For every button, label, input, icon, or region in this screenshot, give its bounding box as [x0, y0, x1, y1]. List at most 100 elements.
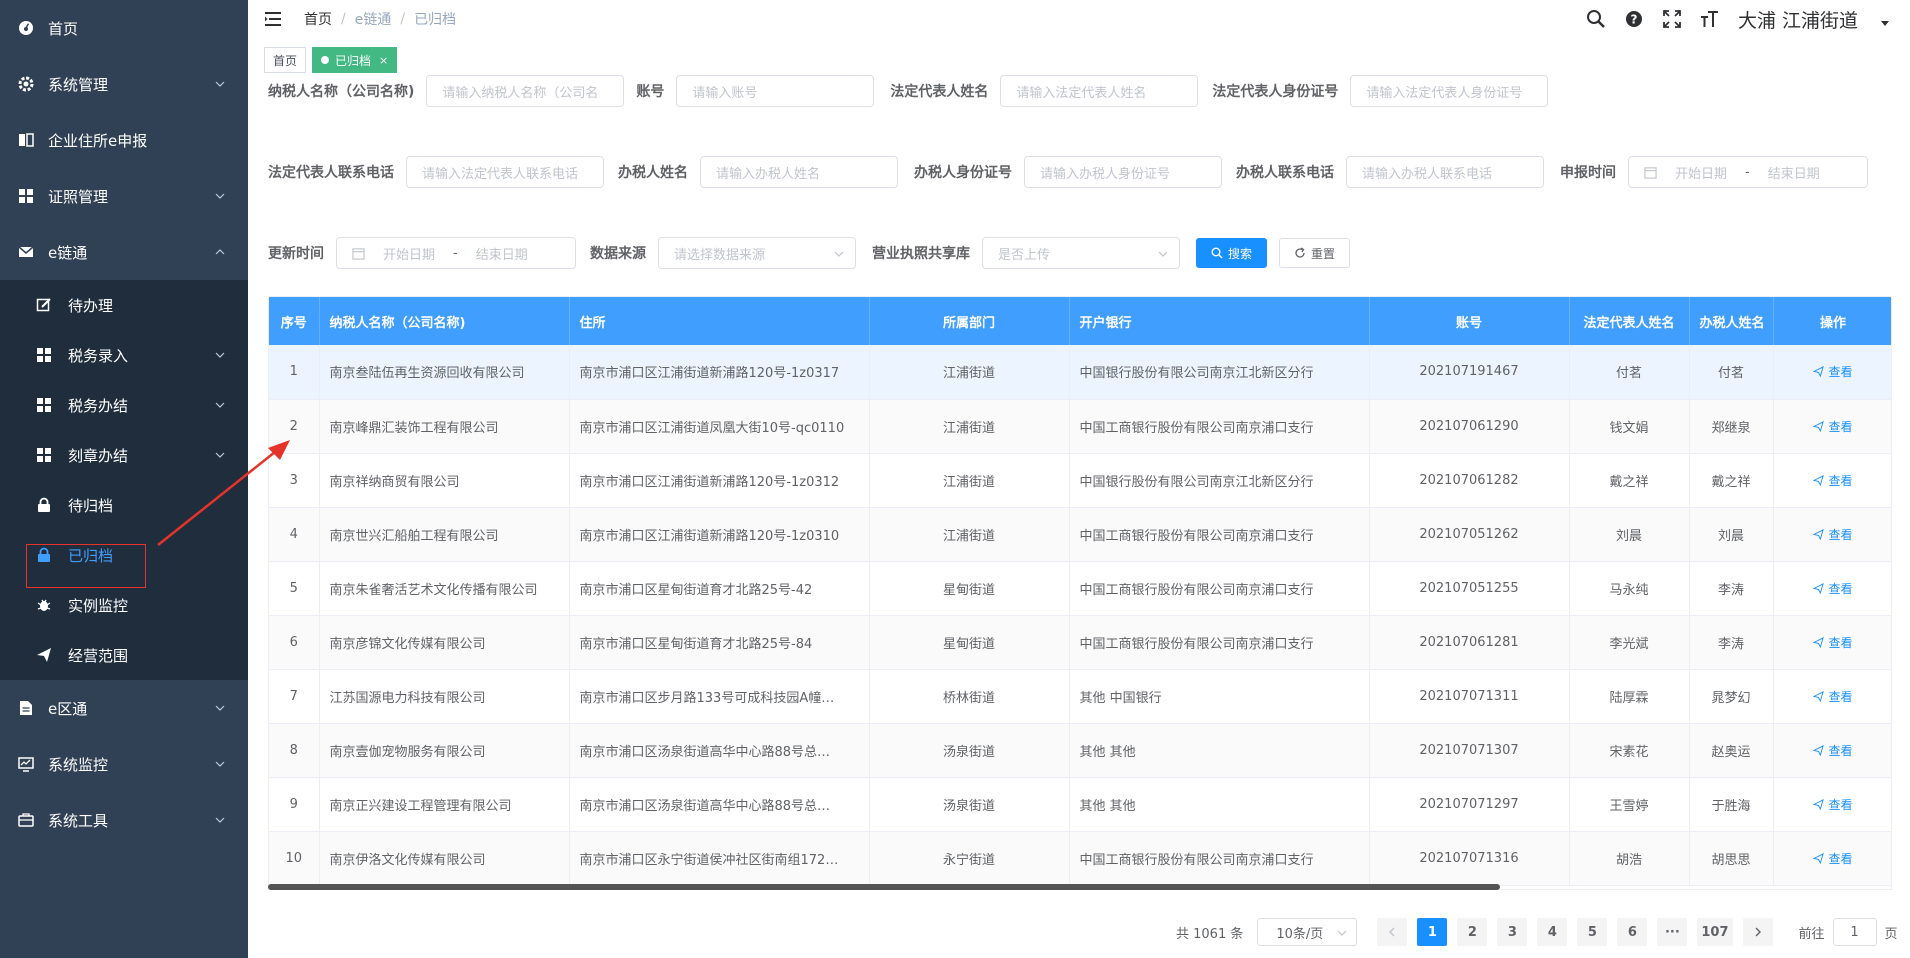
sidebar-item-label: 待办理 [68, 296, 114, 315]
sidebar-item-elink[interactable]: e链通 [0, 224, 248, 280]
page-button[interactable]: 5 [1577, 918, 1608, 946]
page-size-select[interactable]: 10条/页 [1257, 918, 1358, 946]
sidebar-item-seal-done[interactable]: 刻章办结 [0, 430, 248, 480]
view-button[interactable]: 查看 [1813, 420, 1853, 434]
cell-tax-agent: 郑继泉 [1689, 399, 1774, 454]
sidebar-item-tax-done[interactable]: 税务办结 [0, 380, 248, 430]
view-button[interactable]: 查看 [1813, 744, 1853, 758]
table-row[interactable]: 2 南京峰鼎汇装饰工程有限公司 南京市浦口区江浦街道凤凰大街10号-qc0110 江浦… [269, 399, 1891, 454]
page-button[interactable]: 2 [1457, 918, 1488, 946]
page-button[interactable]: 1 [1417, 918, 1448, 946]
page-button[interactable]: 3 [1497, 918, 1528, 946]
view-button[interactable]: 查看 [1813, 798, 1853, 812]
table-row[interactable]: 1 南京叁陆伍再生资源回收有限公司 南京市浦口区江浦街道新浦路120号-1z0317… [269, 345, 1891, 400]
table-row[interactable]: 10 南京伊洛文化传媒有限公司 南京市浦口区永宁街道侯冲社区街南组172… 永宁街道中… [269, 831, 1891, 886]
active-dot-icon [321, 56, 330, 64]
sidebar-item-license[interactable]: 证照管理 [0, 168, 248, 224]
font-size-icon[interactable] [1700, 9, 1720, 29]
close-icon[interactable]: × [379, 54, 388, 67]
goto-page-input[interactable]: 1 [1832, 918, 1877, 946]
column-header[interactable]: 操作 [1773, 297, 1891, 345]
cell-row-index: 9 [269, 777, 320, 832]
table-row[interactable]: 6 南京彦锦文化传媒有限公司 南京市浦口区星甸街道育才北路25号-84 星甸街道 中国工… [269, 615, 1891, 670]
apply-time-range[interactable]: 开始日期 - 结束日期 [1628, 156, 1868, 188]
view-button[interactable]: 查看 [1813, 852, 1853, 866]
cell-tax-agent: 戴之祥 [1689, 453, 1774, 508]
account-input[interactable]: 请输入账号 [676, 75, 875, 107]
breadcrumb-home[interactable]: 首页 [304, 9, 332, 29]
sidebar-item-sys-tools[interactable]: 系统工具 [0, 792, 248, 848]
column-header[interactable]: 办税人姓名 [1689, 297, 1774, 345]
table-row[interactable]: 7 江苏国源电力科技有限公司 南京市浦口区步月路133号可成科技园A幢… 桥林街道 其他… [269, 669, 1891, 724]
caret-down-icon[interactable] [1880, 18, 1890, 28]
filter-row-2: 法定代表人联系电话 请输入法定代表人联系电话 办税人姓名 请输入办税人姓名 办税… [268, 156, 1880, 188]
sidebar-item-label: e区通 [48, 699, 88, 718]
view-button[interactable]: 查看 [1813, 581, 1853, 596]
column-header[interactable]: 法定代表人姓名 [1569, 297, 1690, 345]
grid-icon [18, 188, 34, 204]
sidebar-item-to-archive[interactable]: 待归档 [0, 480, 248, 530]
tag-home[interactable]: 首页 [264, 47, 307, 73]
legal-phone-input[interactable]: 请输入法定代表人联系电话 [406, 156, 604, 188]
column-header[interactable]: 纳税人名称（公司名称) [319, 297, 570, 345]
page-ellipsis-button[interactable]: ··· [1657, 918, 1688, 946]
legal-id-input[interactable]: 请输入法定代表人身份证号 [1350, 75, 1549, 107]
fullscreen-icon[interactable] [1662, 9, 1682, 29]
legal-name-input[interactable]: 请输入法定代表人姓名 [1000, 75, 1199, 107]
sidebar-item-system[interactable]: 系统管理 [0, 56, 248, 112]
view-button[interactable]: 查看 [1813, 365, 1853, 379]
sidebar-item-home[interactable]: 首页 [0, 0, 248, 56]
search-icon[interactable] [1586, 9, 1606, 29]
user-dropdown[interactable]: 大浦 江浦街道 [1738, 6, 1858, 33]
page-button[interactable]: 107 [1697, 918, 1733, 946]
sidebar-item-label: 待归档 [68, 496, 114, 515]
view-button[interactable]: 查看 [1813, 528, 1853, 542]
column-header[interactable]: 账号 [1369, 297, 1570, 345]
cell-tax-agent: 于胜海 [1689, 777, 1774, 832]
search-button[interactable]: 搜索 [1196, 238, 1268, 268]
cell-address: 南京市浦口区星甸街道育才北路25号-84 [569, 615, 870, 670]
view-button[interactable]: 查看 [1813, 690, 1853, 704]
table-row[interactable]: 4 南京世兴汇船舶工程有限公司 南京市浦口区江浦街道新浦路120号-1z0310 江浦… [269, 507, 1891, 562]
sidebar-item-tax-entry[interactable]: 税务录入 [0, 330, 248, 380]
calendar-icon [1644, 166, 1657, 179]
page-button[interactable]: 6 [1617, 918, 1648, 946]
sidebar-item-sys-monitor[interactable]: 系统监控 [0, 736, 248, 792]
page-button[interactable]: 4 [1537, 918, 1568, 946]
sidebar-item-pending[interactable]: 待办理 [0, 280, 248, 330]
view-button[interactable]: 查看 [1813, 636, 1853, 650]
help-icon[interactable]: ? [1624, 9, 1644, 29]
view-button[interactable]: 查看 [1813, 474, 1853, 488]
sidebar-item-equtong[interactable]: e区通 [0, 680, 248, 736]
update-time-range[interactable]: 开始日期 - 结束日期 [336, 237, 576, 269]
breadcrumb-elink[interactable]: e链通 [355, 9, 392, 29]
source-select[interactable]: 请选择数据来源 [658, 237, 856, 269]
agent-phone-input[interactable]: 请输入办税人联系电话 [1346, 156, 1544, 188]
column-header[interactable]: 所属部门 [869, 297, 1070, 345]
table-row[interactable]: 8 南京壹伽宠物服务有限公司 南京市浦口区汤泉街道高华中心路88号总… 汤泉街道 其他 … [269, 723, 1891, 778]
sidebar-item-address[interactable]: 企业住所e申报 [0, 112, 248, 168]
agent-id-input[interactable]: 请输入办税人身份证号 [1024, 156, 1222, 188]
cell-bank: 中国工商银行股份有限公司南京浦口支行 [1069, 561, 1370, 616]
cell-actions: 查看 [1773, 669, 1891, 724]
taxpayer-name-input[interactable]: 请输入纳税人名称（公司名 [426, 75, 625, 107]
prev-page-button[interactable] [1377, 918, 1408, 946]
table-row[interactable]: 5 南京朱雀奢活艺术文化传播有限公司 南京市浦口区星甸街道育才北路25号-42 星甸街… [269, 561, 1891, 616]
agent-name-input[interactable]: 请输入办税人姓名 [700, 156, 898, 188]
view-label: 查看 [1828, 581, 1853, 596]
grid-icon [36, 347, 52, 363]
table-row[interactable]: 3 南京祥纳商贸有限公司 南京市浦口区江浦街道新浦路120号-1z0312 江浦街道中… [269, 453, 1891, 508]
table-row[interactable]: 9 南京正兴建设工程管理有限公司 南京市浦口区汤泉街道高华中心路88号总… 汤泉街道其… [269, 777, 1891, 832]
sidebar-item-business-scope[interactable]: 经营范围 [0, 630, 248, 680]
reset-button[interactable]: 重置 [1279, 238, 1351, 268]
tag-archived[interactable]: 已归档 × [312, 47, 398, 73]
column-header[interactable]: 序号 [269, 297, 320, 345]
column-header[interactable]: 住所 [569, 297, 870, 345]
select-placeholder: 请选择数据来源 [674, 247, 766, 263]
column-header[interactable]: 开户银行 [1069, 297, 1370, 345]
hamburger-icon[interactable] [264, 11, 282, 27]
license-share-select[interactable]: 是否上传 [982, 237, 1180, 269]
horizontal-scrollbar[interactable] [268, 884, 1500, 890]
filter-label: 法定代表人姓名 [890, 84, 989, 100]
next-page-button[interactable] [1742, 918, 1773, 946]
